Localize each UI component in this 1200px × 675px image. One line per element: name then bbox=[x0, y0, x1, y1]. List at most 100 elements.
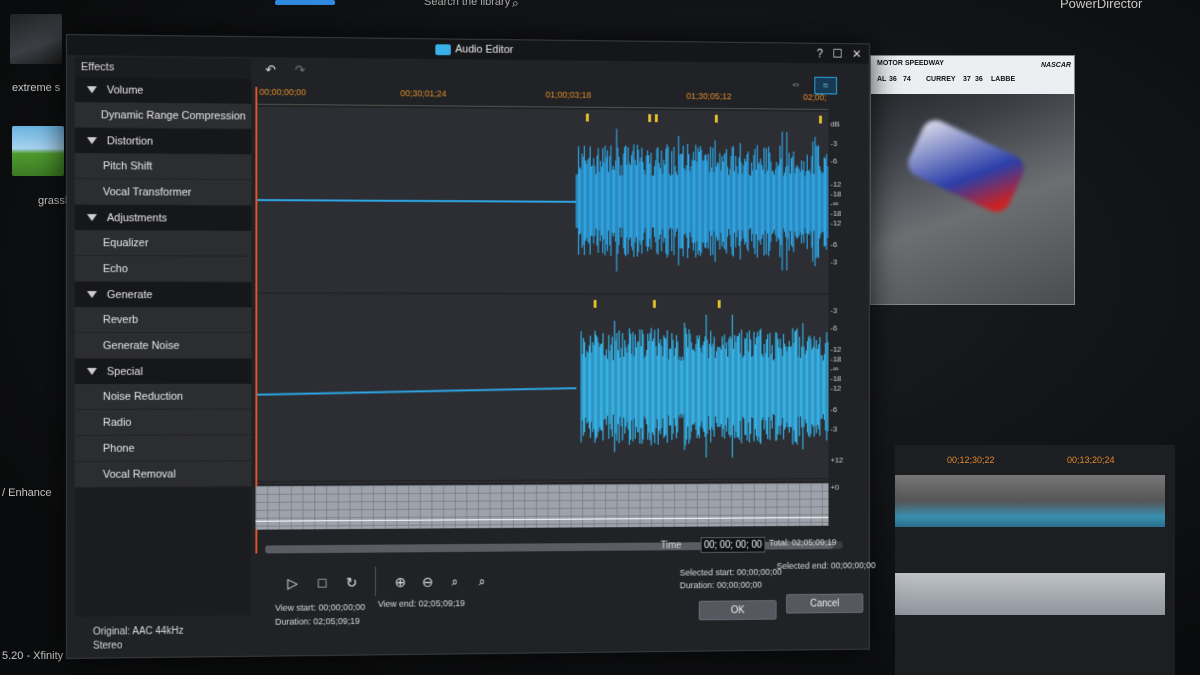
help-icon[interactable]: ? bbox=[817, 47, 823, 61]
search-icon[interactable]: ⌕ bbox=[512, 0, 519, 11]
view-end: View end: 02;05;09;19 bbox=[377, 598, 465, 609]
dialog-title: Audio Editor bbox=[455, 43, 514, 56]
media-thumb-extreme[interactable] bbox=[10, 14, 62, 64]
media-label-extreme: extreme s bbox=[12, 82, 61, 94]
preview-standings-4: CURREY bbox=[926, 76, 956, 83]
right-channel-peaks bbox=[581, 314, 828, 458]
audio-track-clip[interactable] bbox=[895, 573, 1165, 615]
effects-panel: Effects Volume Dynamic Range Compression… bbox=[74, 57, 252, 617]
effect-pitch-shift[interactable]: Pitch Shift bbox=[74, 153, 252, 181]
ruler-code-2: 01;00;03;18 bbox=[545, 89, 592, 100]
effects-header: Effects bbox=[80, 61, 115, 74]
envelope-line[interactable] bbox=[255, 516, 829, 522]
volume-envelope[interactable] bbox=[255, 482, 829, 530]
clip-marker[interactable] bbox=[819, 115, 822, 124]
effect-dynamic-range-compression[interactable]: Dynamic Range Compression bbox=[74, 102, 252, 130]
app-title: PowerDirector bbox=[1060, 0, 1143, 11]
preview-standings-1: AL bbox=[877, 76, 887, 83]
channel-mode: Stereo bbox=[92, 640, 123, 652]
undo-icon[interactable]: ↶ bbox=[265, 62, 276, 78]
preview-brand-text: NASCAR bbox=[1041, 62, 1071, 69]
waveform-zoom-icon[interactable]: ⇔ bbox=[791, 78, 801, 90]
preview-standings-3: 74 bbox=[903, 76, 911, 83]
right-channel-waveform bbox=[255, 295, 828, 482]
preview-overlay-bar: MOTOR SPEEDWAY NASCAR AL 36 74 CURREY 37… bbox=[871, 56, 1074, 94]
maximize-icon[interactable]: ☐ bbox=[832, 47, 842, 61]
zoom-in-icon[interactable]: ⊕ bbox=[391, 572, 410, 592]
preview-standings-6: 36 bbox=[975, 76, 983, 83]
collapse-triangle-icon[interactable] bbox=[86, 367, 97, 375]
selected-end: Selected end: 00;00;00;00 bbox=[776, 560, 876, 571]
effect-echo[interactable]: Echo bbox=[74, 256, 252, 283]
effect-equalizer[interactable]: Equalizer bbox=[74, 230, 252, 257]
stop-icon[interactable]: □ bbox=[312, 573, 332, 593]
selected-duration: Duration: 00;00;00;00 bbox=[679, 579, 762, 591]
close-icon[interactable]: ✕ bbox=[852, 47, 861, 61]
collapse-triangle-icon[interactable] bbox=[86, 86, 97, 94]
preview-venue-text: MOTOR SPEEDWAY bbox=[877, 60, 944, 67]
effect-reverb[interactable]: Reverb bbox=[74, 307, 252, 334]
category-special[interactable]: Special bbox=[74, 358, 252, 384]
time-ruler[interactable]: 00;00;00;00 00;30;01;24 01;00;03;18 01;3… bbox=[255, 85, 829, 110]
ok-button[interactable]: OK bbox=[698, 600, 777, 621]
search-library-input[interactable]: Search the library bbox=[424, 0, 510, 8]
timeline-clip-label: 5.20 - Xfinity bbox=[2, 650, 64, 662]
left-channel-peaks bbox=[576, 128, 827, 272]
clip-marker[interactable] bbox=[717, 300, 721, 308]
ruler-code-1: 00;30;01;24 bbox=[400, 88, 447, 99]
clip-marker[interactable] bbox=[654, 114, 658, 123]
redo-icon[interactable]: ↷ bbox=[295, 62, 306, 78]
clip-marker[interactable] bbox=[714, 114, 718, 123]
timeline-panel[interactable]: 00;12;30;22 00;13;20;24 bbox=[895, 445, 1175, 675]
time-label: Time bbox=[660, 540, 682, 552]
category-adjustments[interactable]: Adjustments bbox=[74, 205, 252, 231]
view-start: View start: 00;00;00;00 bbox=[275, 602, 366, 613]
category-generate[interactable]: Generate bbox=[74, 282, 252, 308]
zoom-fit-icon[interactable]: ⌕ bbox=[472, 571, 491, 591]
playhead[interactable] bbox=[255, 86, 258, 554]
media-thumb-grassland[interactable] bbox=[12, 126, 64, 176]
loop-icon[interactable]: ↻ bbox=[342, 572, 362, 592]
category-volume[interactable]: Volume bbox=[74, 77, 252, 104]
original-format: Original: AAC 44kHz bbox=[92, 625, 184, 638]
clip-marker[interactable] bbox=[585, 113, 589, 122]
envelope-scale-zero: +0 bbox=[830, 482, 839, 492]
preview-standings-2: 36 bbox=[889, 76, 897, 83]
preview-race-car bbox=[903, 115, 1029, 217]
zoom-selection-icon[interactable]: ⌕ bbox=[445, 572, 464, 592]
left-channel[interactable] bbox=[255, 106, 828, 295]
collapse-triangle-icon[interactable] bbox=[86, 291, 97, 299]
effect-noise-reduction[interactable]: Noise Reduction bbox=[74, 383, 252, 410]
video-track-clip[interactable] bbox=[895, 475, 1165, 527]
total-duration: Total: 02;05;09;19 bbox=[769, 537, 837, 548]
clip-marker[interactable] bbox=[652, 300, 656, 308]
enhance-tab[interactable]: / Enhance bbox=[2, 487, 52, 499]
timeline-code-2: 00;13;20;24 bbox=[1067, 455, 1115, 465]
left-channel-waveform bbox=[255, 107, 828, 295]
controls-divider bbox=[374, 566, 376, 597]
right-channel[interactable] bbox=[255, 295, 828, 483]
collapse-triangle-icon[interactable] bbox=[86, 137, 97, 145]
clip-marker[interactable] bbox=[648, 114, 652, 123]
clip-marker[interactable] bbox=[593, 299, 597, 308]
library-tab-highlight[interactable] bbox=[275, 0, 335, 5]
screen: extreme s grassl Search the library ⌕ Po… bbox=[0, 0, 1200, 675]
preview-window[interactable]: MOTOR SPEEDWAY NASCAR AL 36 74 CURREY 37… bbox=[870, 55, 1075, 305]
ruler-code-4: 02;00; bbox=[803, 92, 827, 103]
effect-vocal-transformer[interactable]: Vocal Transformer bbox=[74, 179, 252, 206]
play-icon[interactable]: ▷ bbox=[283, 573, 303, 593]
effect-generate-noise[interactable]: Generate Noise bbox=[74, 333, 252, 359]
collapse-triangle-icon[interactable] bbox=[86, 214, 97, 222]
envelope-scale-top: +12 bbox=[830, 455, 844, 465]
effect-phone[interactable]: Phone bbox=[74, 435, 252, 462]
effect-radio[interactable]: Radio bbox=[74, 409, 252, 436]
category-distortion[interactable]: Distortion bbox=[74, 128, 252, 155]
time-input[interactable]: 00; 00; 00; 00 bbox=[700, 536, 766, 553]
audio-editor-logo-icon bbox=[434, 43, 451, 55]
timeline-code-1: 00;12;30;22 bbox=[947, 455, 995, 465]
cancel-button[interactable]: Cancel bbox=[786, 593, 864, 614]
media-label-grassland: grassl bbox=[38, 195, 68, 207]
zoom-out-icon[interactable]: ⊖ bbox=[418, 572, 437, 592]
effect-vocal-removal[interactable]: Vocal Removal bbox=[74, 461, 252, 488]
waveform-area[interactable] bbox=[255, 106, 828, 485]
